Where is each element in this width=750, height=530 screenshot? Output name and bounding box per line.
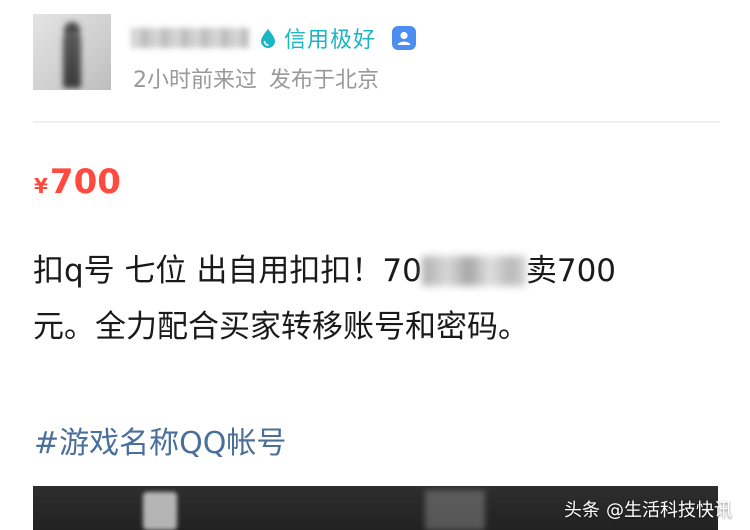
category-hashtag-link[interactable]: #游戏名称QQ帐号 — [34, 418, 286, 462]
seller-meta: 2小时前来过 发布于北京 — [133, 62, 379, 94]
photo-blurred-object — [143, 492, 177, 530]
description-line-2: 元。全力配合买家转移账号和密码。 — [33, 309, 529, 345]
price-value: 700 — [49, 162, 121, 202]
water-drop-icon — [261, 29, 275, 48]
listing-description: 扣q号 七位 出自用扣扣！70 卖700 元。全力配合买家转移账号和密码。 — [33, 243, 723, 355]
watermark-account: @生活科技快讯 — [606, 500, 732, 521]
description-text-end: 卖700 — [525, 253, 617, 289]
seller-avatar[interactable] — [33, 14, 111, 90]
watermark-source: 头条 — [564, 500, 600, 521]
seller-username-blurred[interactable] — [131, 28, 249, 48]
description-text-start: 扣q号 七位 出自用扣扣！70 — [33, 253, 422, 289]
toutiao-watermark: 头条 @生活科技快讯 — [564, 496, 732, 522]
avatar-blurred-figure — [63, 32, 81, 88]
credit-rating-label: 信用极好 — [284, 28, 377, 53]
listing-price: ¥ 700 — [34, 162, 121, 202]
header-divider — [33, 121, 720, 123]
photo-blurred-object — [425, 490, 485, 530]
currency-symbol: ¥ — [34, 174, 48, 198]
last-seen-text: 2小时前来过 — [133, 68, 257, 93]
description-line-1: 扣q号 七位 出自用扣扣！70 卖700 — [33, 243, 723, 299]
blurred-qq-number — [421, 256, 526, 286]
credit-rating[interactable]: 信用极好 — [259, 20, 376, 56]
verified-badge-icon[interactable] — [391, 25, 417, 51]
location-text: 发布于北京 — [269, 68, 380, 93]
